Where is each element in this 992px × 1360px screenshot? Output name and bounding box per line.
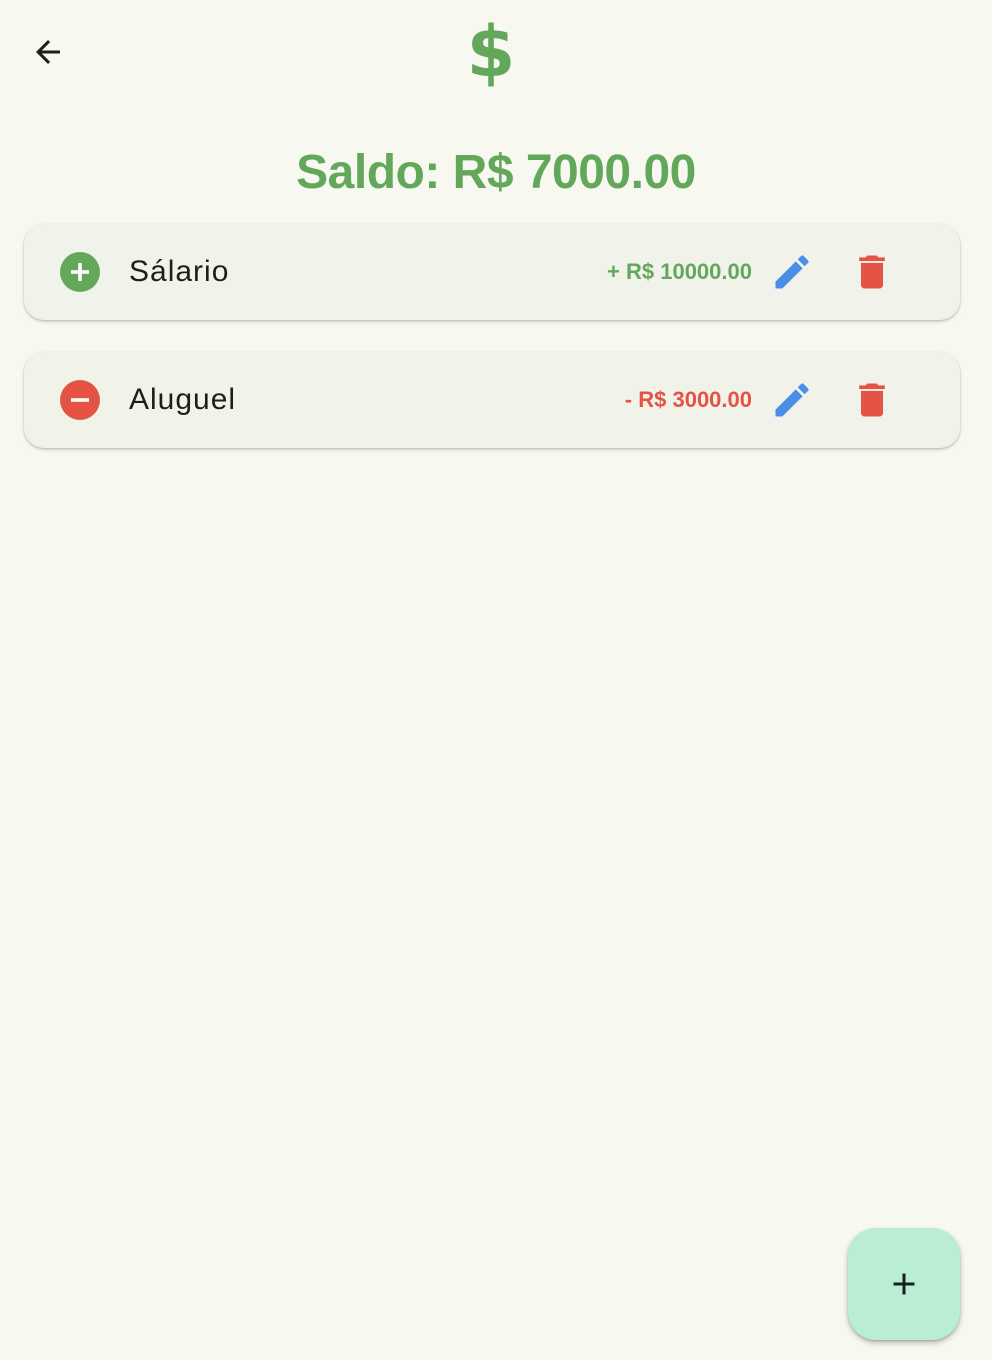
transaction-amount: - R$ 3000.00 (624, 387, 752, 412)
transaction-amount: + R$ 10000.00 (607, 259, 752, 284)
trash-icon (859, 383, 885, 417)
delete-button[interactable] (844, 372, 900, 428)
transaction-list: Sálario + R$ 10000.00 Aluguel - R$ 3000.… (24, 224, 960, 480)
edit-button[interactable] (764, 244, 820, 300)
transaction-card[interactable]: Aluguel - R$ 3000.00 (24, 352, 960, 448)
plus-icon (893, 1273, 915, 1295)
transaction-name: Sálario (129, 255, 230, 288)
transaction-name: Aluguel (129, 383, 237, 416)
add-circle-icon (60, 252, 100, 292)
pencil-icon (775, 255, 809, 289)
arrow-back-icon (36, 40, 60, 64)
pencil-icon (775, 383, 809, 417)
app-bar: $ (0, 0, 992, 104)
delete-button[interactable] (844, 244, 900, 300)
remove-circle-icon (60, 380, 100, 420)
transaction-card[interactable]: Sálario + R$ 10000.00 (24, 224, 960, 320)
balance-label: Saldo: R$ 7000.00 (296, 146, 696, 199)
trash-icon (859, 255, 885, 289)
add-transaction-button[interactable] (848, 1228, 960, 1340)
dollar-sign-icon: $ (466, 11, 516, 93)
back-button[interactable] (20, 24, 76, 80)
edit-button[interactable] (764, 372, 820, 428)
